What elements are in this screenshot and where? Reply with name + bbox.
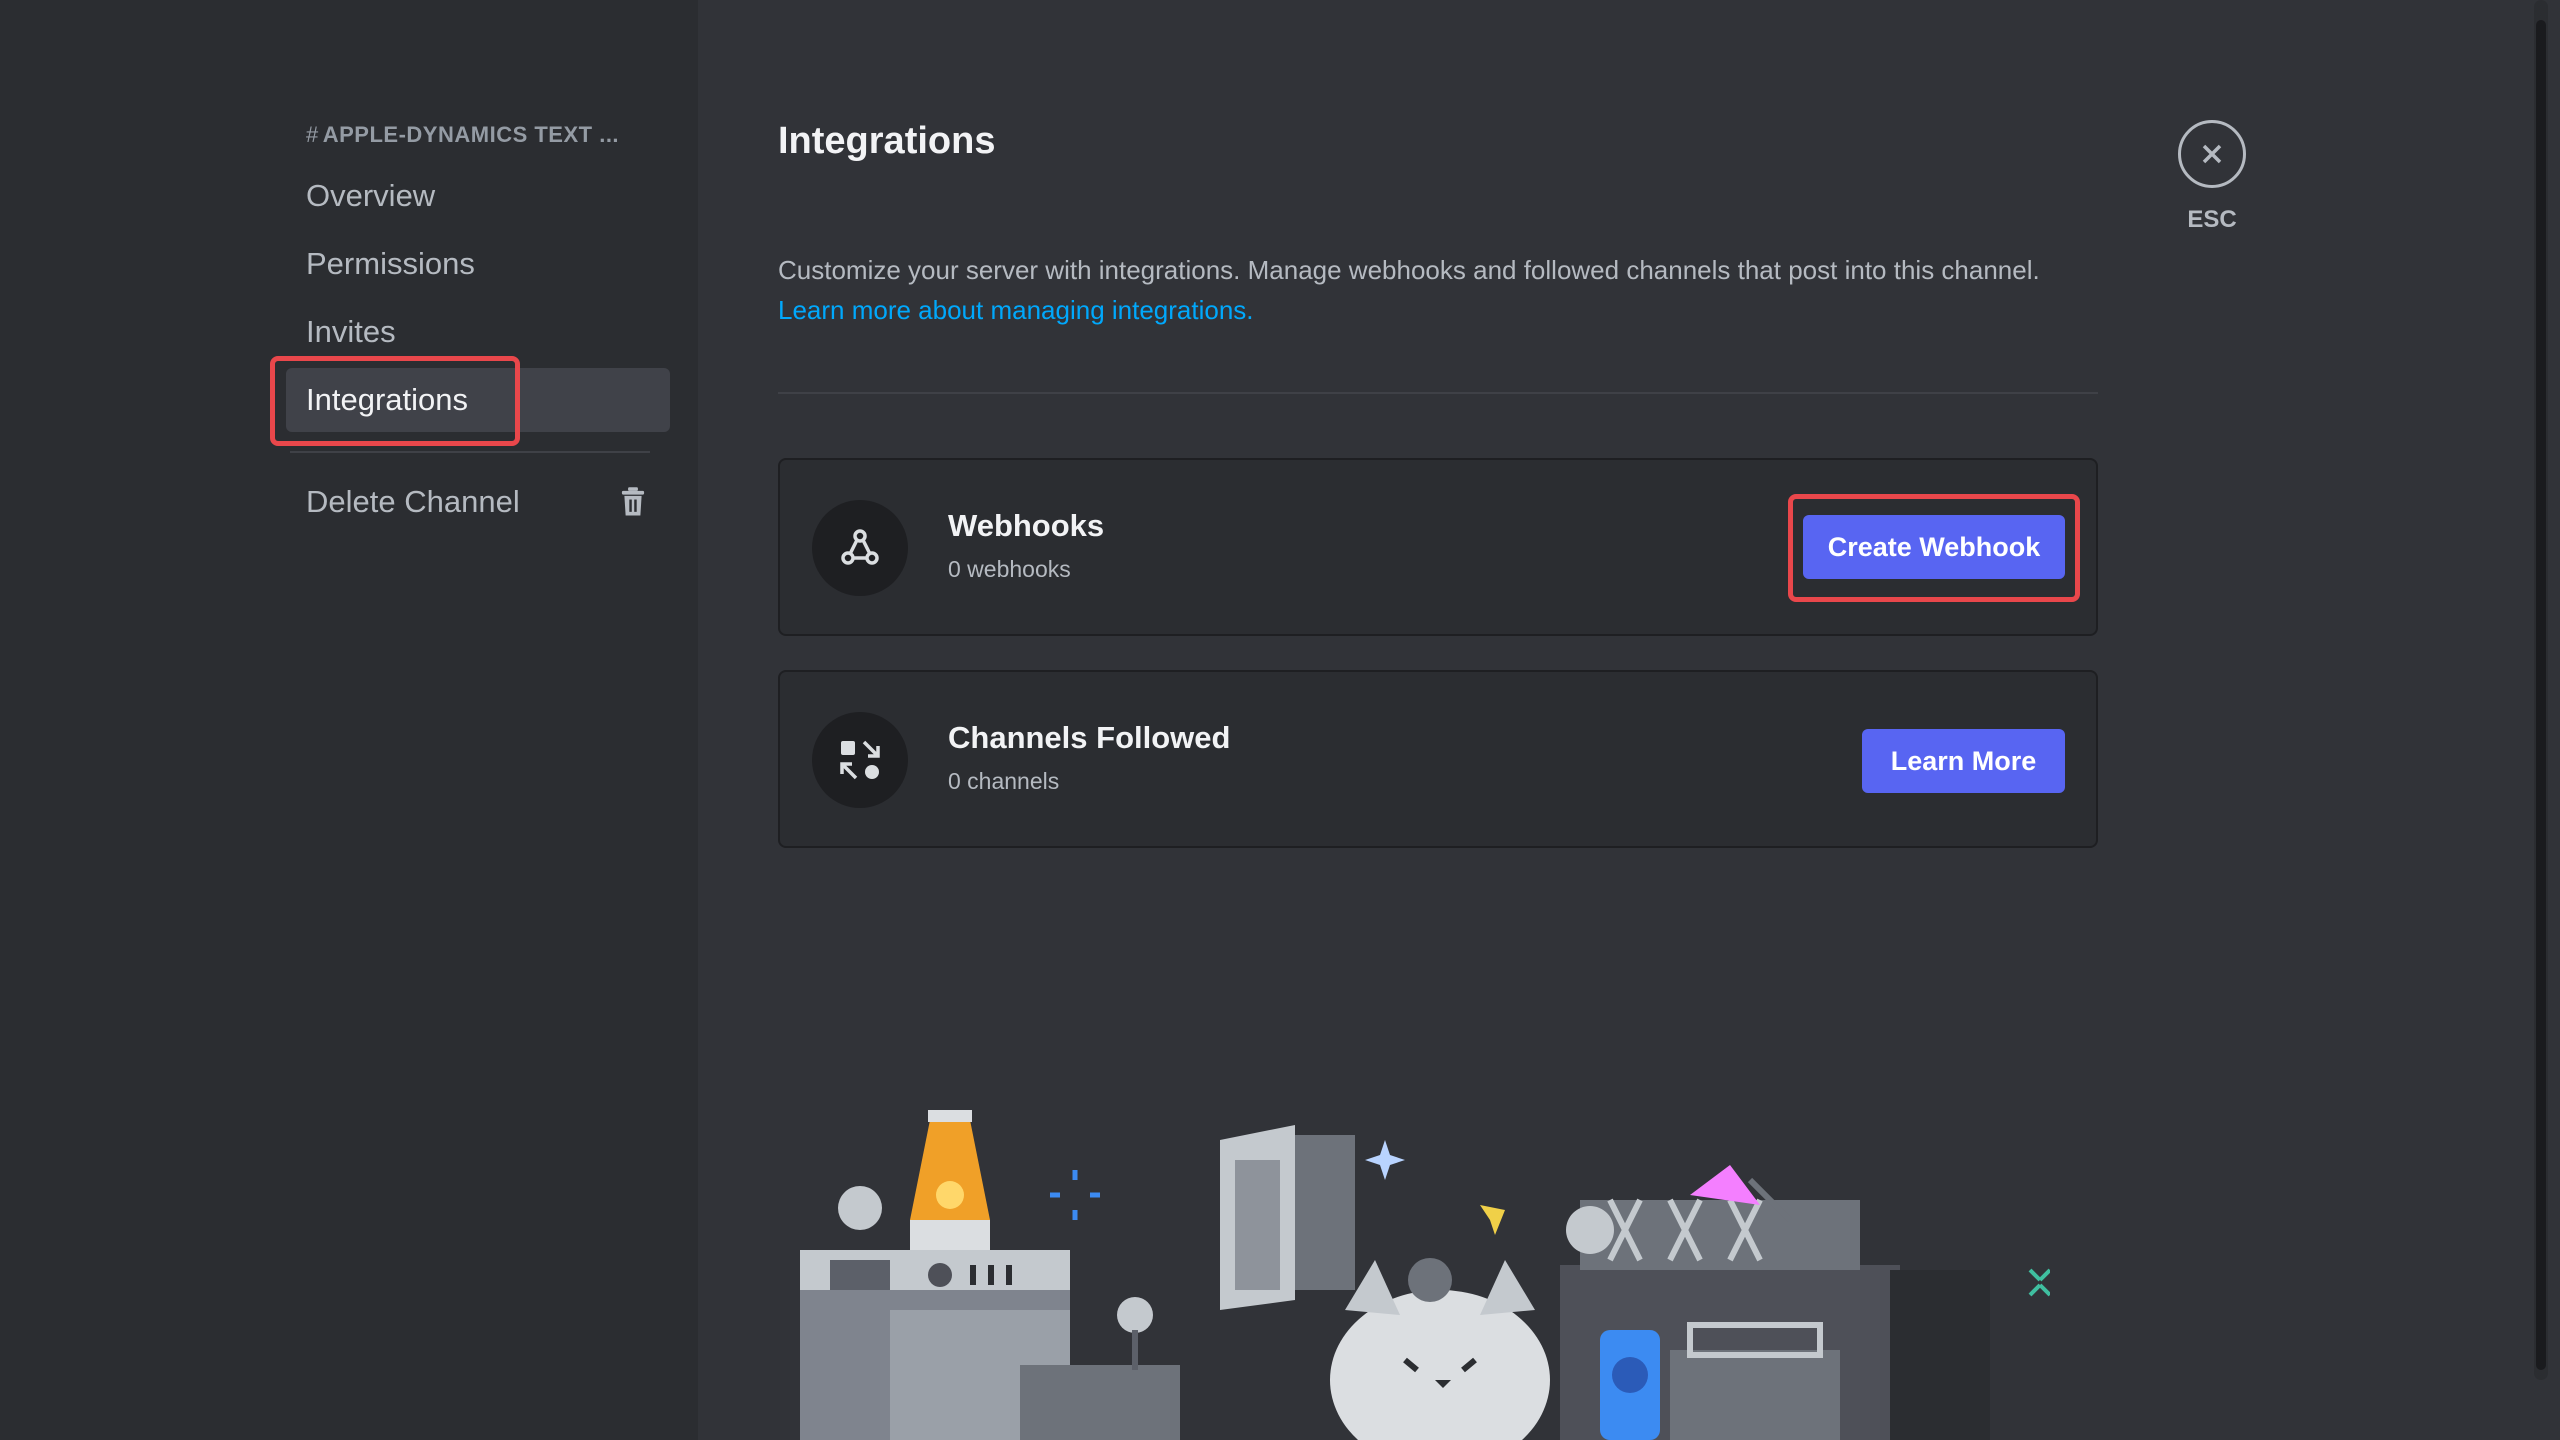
hash-icon: # (306, 122, 319, 147)
description-text: Customize your server with integrations.… (778, 255, 2040, 285)
channels-followed-count: 0 channels (948, 768, 1060, 794)
sidebar-item-permissions[interactable]: Permissions (286, 232, 670, 296)
close-icon[interactable] (2178, 120, 2246, 188)
sidebar-item-delete-channel[interactable]: Delete Channel (286, 470, 670, 534)
channels-followed-card: Channels Followed 0 channels Learn More (778, 670, 2098, 848)
page-title: Integrations (778, 120, 996, 162)
sidebar-item-overview[interactable]: Overview (286, 164, 670, 228)
channel-name: APPLE-DYNAMICS TEXT ... (322, 122, 620, 147)
webhooks-title: Webhooks (948, 508, 1105, 543)
webhooks-count: 0 webhooks (948, 556, 1071, 582)
empty-state-illustration (800, 1110, 2050, 1440)
scrollbar-thumb[interactable] (2536, 20, 2546, 1370)
create-webhook-button[interactable]: Create Webhook (1803, 515, 2065, 579)
sidebar-divider (290, 451, 650, 453)
trash-icon[interactable] (618, 486, 648, 518)
learn-more-link[interactable]: Learn more about managing integrations. (778, 290, 2108, 330)
channels-followed-icon (812, 712, 908, 808)
sidebar-item-invites[interactable]: Invites (286, 300, 670, 364)
esc-label: ESC (2187, 206, 2237, 233)
settings-sidebar: # APPLE-DYNAMICS TEXT ... Overview Permis… (0, 0, 698, 1440)
webhooks-card: Webhooks 0 webhooks Create Webhook (778, 458, 2098, 636)
learn-more-button[interactable]: Learn More (1862, 729, 2065, 793)
channels-followed-title: Channels Followed (948, 720, 1231, 755)
channel-header: # APPLE-DYNAMICS TEXT ... (306, 122, 656, 148)
content-divider (778, 392, 2098, 394)
sidebar-item-integrations[interactable]: Integrations (286, 368, 670, 432)
page-description: Customize your server with integrations.… (778, 250, 2108, 330)
app-window: # APPLE-DYNAMICS TEXT ... Overview Permis… (0, 0, 2560, 1440)
webhook-icon (812, 500, 908, 596)
